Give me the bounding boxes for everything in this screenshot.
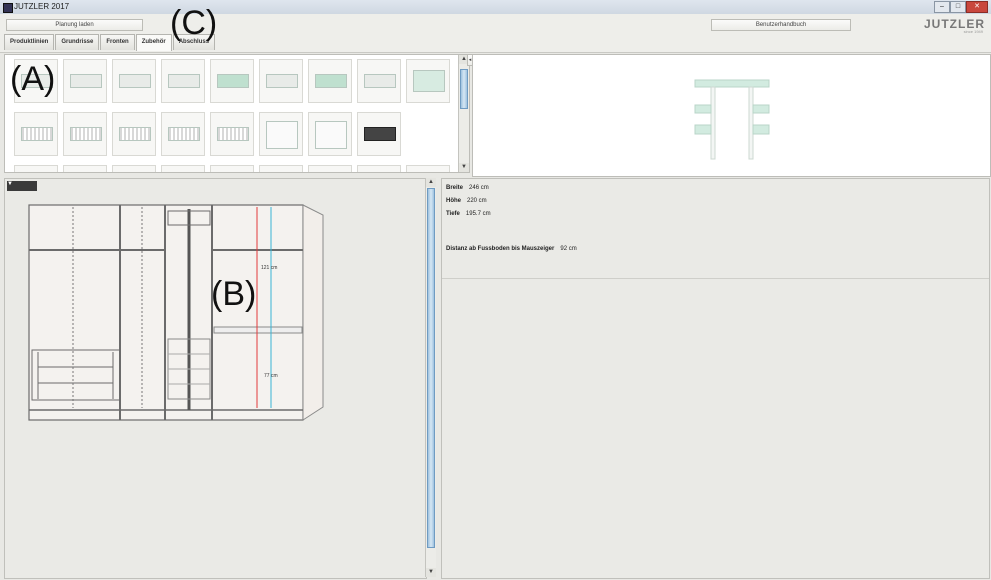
breite-label: Breite [446, 185, 464, 191]
dark-insert-icon [364, 127, 396, 141]
tab-zubehoer[interactable]: Zubehör [135, 34, 172, 51]
toolbar: Planung laden Benutzerhandbuch JUTZLER s… [0, 14, 991, 53]
drawer-box-icon [413, 70, 445, 92]
catalog-item[interactable] [14, 112, 58, 156]
catalog-scrollbar[interactable]: ▲ ▼ [458, 55, 469, 172]
window-title: JUTZLER 2017 [14, 2, 70, 11]
close-button[interactable]: ✕ [966, 1, 988, 13]
hoehe-value: 220 cm [467, 198, 487, 204]
catalog-item[interactable] [308, 59, 352, 103]
basket-icon [70, 127, 102, 141]
tiefe-row: Tiefe 195.7 cm [446, 211, 491, 217]
hoehe-label: Höhe [446, 198, 461, 204]
wire-shelf-icon [21, 127, 53, 141]
plan-scroll-down-icon[interactable]: ▼ [426, 568, 436, 577]
dimension-upper: 121 cm [261, 265, 277, 271]
dimension-info-panel: Breite 246 cm Höhe 220 cm Tiefe 195.7 cm Di… [441, 178, 990, 579]
plan-scroll-thumb[interactable] [427, 188, 435, 548]
shelf-preview-illustration [694, 79, 770, 160]
catalog-item[interactable] [210, 112, 254, 156]
catalog-item[interactable] [112, 59, 156, 103]
wardrobe-plan-view[interactable]: ▼ 121 cm 77 cm (B) [4, 178, 427, 579]
app-icon [3, 3, 13, 13]
tray-green-icon [217, 74, 249, 88]
catalog-item[interactable] [259, 112, 303, 156]
catalog-item[interactable] [161, 112, 205, 156]
tab-grundrisse[interactable]: Grundrisse [55, 34, 100, 50]
tiefe-value: 195.7 cm [465, 211, 491, 217]
catalog-item[interactable] [63, 59, 107, 103]
cabinet-insert-icon [315, 121, 347, 149]
catalog-item[interactable] [14, 165, 58, 172]
catalog-item[interactable] [161, 165, 205, 172]
shelf-board-icon [70, 74, 102, 88]
catalog-item[interactable] [259, 59, 303, 103]
hoehe-row: Höhe 220 cm [446, 198, 487, 204]
tray-icon [168, 74, 200, 88]
distanz-label: Distanz ab Fussboden bis Mauszeiger [446, 246, 555, 252]
catalog-item[interactable] [112, 165, 156, 172]
catalog-item[interactable] [63, 165, 107, 172]
user-manual-button[interactable]: Benutzerhandbuch [711, 19, 851, 31]
catalog-item[interactable] [308, 165, 352, 172]
catalog-item[interactable] [406, 165, 450, 172]
annotation-label-b: (B) [211, 275, 257, 313]
distanz-value: 92 cm [560, 246, 577, 252]
brand-logo-sub: since 1949 [963, 29, 983, 34]
cabinet-insert-icon [266, 121, 298, 149]
basket-icon [168, 127, 200, 141]
catalog-item[interactable] [112, 112, 156, 156]
load-plan-button[interactable]: Planung laden [6, 19, 143, 31]
basket-icon [119, 127, 151, 141]
distanz-row: Distanz ab Fussboden bis Mauszeiger 92 cm [446, 246, 577, 252]
accessory-catalog: ▲ ▼ [4, 54, 470, 173]
catalog-item[interactable] [406, 59, 450, 103]
window-titlebar: JUTZLER 2017 – □ ✕ [0, 0, 991, 15]
tray-icon [266, 74, 298, 88]
tab-fronten[interactable]: Fronten [100, 34, 135, 50]
scroll-down-arrow-icon[interactable]: ▼ [459, 163, 469, 172]
scroll-thumb[interactable] [460, 69, 468, 109]
catalog-item[interactable] [357, 165, 401, 172]
catalog-item[interactable] [63, 112, 107, 156]
tray-icon [364, 74, 396, 88]
breite-value: 246 cm [469, 185, 489, 191]
dimension-lower: 77 cm [264, 373, 278, 379]
info-divider [442, 278, 989, 279]
maximize-button[interactable]: □ [950, 1, 966, 13]
wardrobe-elevation-drawing: 121 cm 77 cm [28, 204, 324, 421]
catalog-item[interactable] [161, 59, 205, 103]
catalog-item[interactable] [210, 165, 254, 172]
wire-rack-icon [217, 127, 249, 141]
preview-3d-view[interactable] [472, 54, 991, 177]
plan-scroll-up-icon[interactable]: ▲ [426, 178, 436, 187]
catalog-item[interactable] [308, 112, 352, 156]
tray-green-icon [315, 74, 347, 88]
catalog-item[interactable] [357, 112, 401, 156]
breite-row: Breite 246 cm [446, 185, 489, 191]
shelf-board-icon [119, 74, 151, 88]
catalog-item[interactable] [259, 165, 303, 172]
plan-scrollbar[interactable]: ▲ ▼ [425, 178, 436, 577]
annotation-label-a: (A) [10, 60, 56, 98]
minimize-button[interactable]: – [934, 1, 950, 13]
tiefe-label: Tiefe [446, 211, 460, 217]
catalog-item[interactable] [357, 59, 401, 103]
annotation-label-c: (C) [170, 4, 218, 42]
tab-produktlinien[interactable]: Produktlinien [4, 34, 55, 50]
catalog-item[interactable] [210, 59, 254, 103]
